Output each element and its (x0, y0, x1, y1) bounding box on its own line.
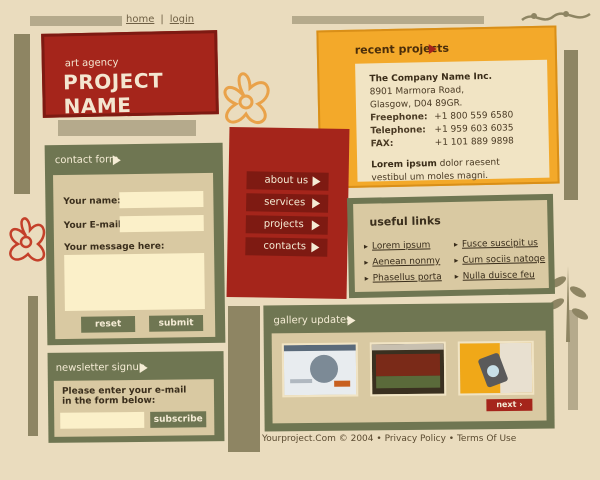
footer: Yourproject.Com © 2004 • Privacy Policy … (262, 434, 516, 444)
arrow-right-icon (112, 155, 121, 166)
newsletter-email-input[interactable] (60, 411, 145, 429)
gallery-thumbnail[interactable] (281, 342, 359, 398)
terms-of-use-link[interactable]: Terms Of Use (457, 434, 516, 444)
email-input[interactable] (119, 215, 204, 233)
footer-bullet: • (448, 434, 455, 444)
contact-label: FAX: (370, 138, 394, 150)
recent-projects-panel: recent projects The Company Name Inc. 89… (316, 25, 560, 189)
home-link[interactable]: home (126, 14, 154, 25)
nav-item-services[interactable]: services (246, 193, 329, 213)
useful-link[interactable]: Cum sociis natoqe (454, 254, 545, 266)
deco-bar (30, 16, 122, 26)
nav-item-contacts[interactable]: contacts (245, 237, 328, 257)
logo-name: PROJECT NAME (62, 68, 164, 119)
useful-link[interactable]: Fusce suscipit us (454, 238, 538, 250)
thumbnail-image-icon (459, 342, 533, 394)
gallery-thumbnail[interactable] (457, 340, 535, 396)
lorem-paragraph: Lorem ipsum dolor raesent vestibul um mo… (371, 156, 536, 185)
gallery-title: gallery updates (273, 314, 352, 327)
useful-link[interactable]: Phasellus porta (365, 272, 442, 284)
email-label: Your E-mail: (63, 220, 125, 231)
deco-bar (14, 34, 30, 194)
contact-form-panel: contact form Your name: Your E-mail: You… (44, 142, 226, 346)
deco-bar (292, 16, 484, 24)
contact-row: FAX: +1 101 889 9898 (371, 135, 535, 151)
nav-item-label: services (264, 196, 306, 209)
company-name: The Company Name Inc. (369, 71, 493, 85)
logo-tagline: art agency (64, 57, 119, 70)
newsletter-text-line: in the form below: (61, 395, 156, 407)
top-links: home | login (126, 14, 194, 25)
deco-bar (28, 296, 38, 436)
newsletter-panel: newsletter signup Please enter your e-ma… (47, 351, 225, 443)
thumbnail-image-icon (371, 343, 445, 395)
company-info-card: The Company Name Inc. 8901 Marmora Road,… (355, 59, 550, 185)
message-label: Your message here: (63, 241, 165, 253)
lorem-bold: Lorem ipsum (371, 159, 437, 171)
name-input[interactable] (119, 191, 204, 209)
reset-button[interactable]: reset (81, 316, 136, 333)
subscribe-button[interactable]: subscribe (150, 411, 207, 428)
useful-links-title: useful links (369, 214, 441, 229)
newsletter-text-line: Please enter your e-mail (61, 385, 187, 397)
useful-link[interactable]: Aenean nonmy (364, 256, 440, 268)
copyright-text: Yourproject.Com © 2004 (262, 434, 374, 444)
logo-block[interactable]: art agency PROJECT NAME (41, 30, 219, 118)
contact-form-title: contact form (54, 154, 119, 167)
arrow-right-icon (139, 362, 148, 373)
next-button[interactable]: next › (486, 398, 533, 412)
deco-bar (228, 306, 260, 452)
nav-item-label: projects (263, 218, 304, 231)
next-button-label: next (496, 399, 517, 410)
deco-bar (58, 120, 196, 136)
link-separator: | (160, 14, 164, 25)
nav-item-label: contacts (263, 240, 307, 253)
nav-item-label: about us (264, 174, 309, 187)
contact-value: +1 101 889 9898 (434, 136, 514, 149)
message-textarea[interactable] (64, 253, 205, 311)
newsletter-body: Please enter your e-mail in the form belo… (53, 379, 215, 437)
arrow-right-icon (347, 315, 356, 326)
useful-link[interactable]: Nulla duisce feu (455, 270, 535, 282)
thumbnail-image-icon (283, 344, 357, 396)
submit-button[interactable]: submit (149, 315, 204, 332)
newsletter-instructions: Please enter your e-mail in the form belo… (62, 385, 187, 406)
arrow-right-icon (311, 242, 320, 253)
nav-item-about-us[interactable]: about us (246, 171, 329, 191)
newsletter-title: newsletter signup (55, 361, 146, 374)
gallery-thumbnail[interactable] (369, 341, 447, 397)
arrow-right-icon (312, 176, 321, 187)
privacy-policy-link[interactable]: Privacy Policy (385, 434, 446, 444)
footer-bullet: • (376, 434, 382, 444)
arrow-right-icon (428, 44, 437, 55)
arrow-right-icon (312, 198, 321, 209)
gallery-panel: gallery updates next › (263, 302, 555, 432)
useful-link[interactable]: Lorem ipsum (364, 240, 431, 251)
contact-form-body: Your name: Your E-mail: Your message her… (53, 172, 216, 340)
name-label: Your name: (63, 196, 121, 207)
flower-decoration-icon (9, 217, 46, 262)
login-link[interactable]: login (170, 14, 194, 25)
main-navigation: about us services projects contacts (226, 126, 350, 300)
useful-links-body: useful links Lorem ipsum Fusce suscipit … (353, 199, 549, 293)
nav-item-projects[interactable]: projects (245, 215, 328, 235)
arrow-right-icon (311, 220, 320, 231)
useful-links-panel: useful links Lorem ipsum Fusce suscipit … (346, 193, 556, 299)
deco-bar (564, 50, 578, 200)
